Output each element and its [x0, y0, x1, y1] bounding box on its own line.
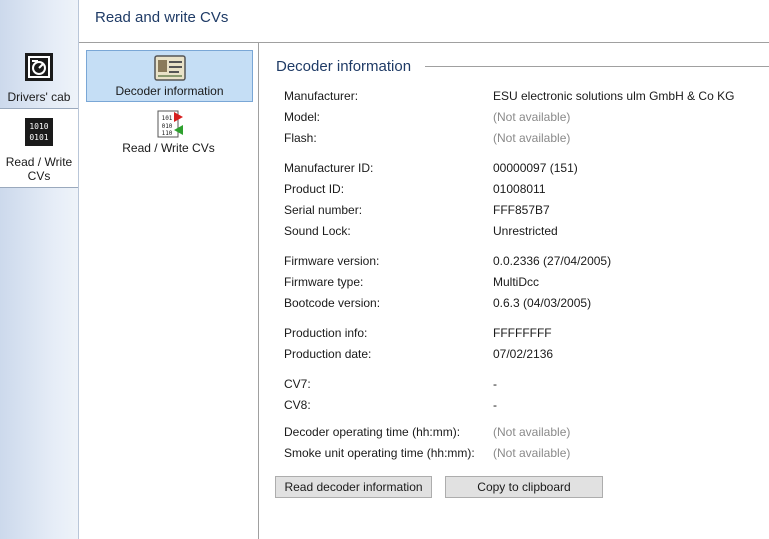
nav-item-read-write-cvs[interactable]: 1010 0101 Read / Write CVs — [0, 108, 78, 188]
svg-text:1010: 1010 — [29, 122, 48, 131]
info-row-sound-lock: Sound Lock: Unrestricted — [284, 224, 764, 240]
binary-icon: 1010 0101 — [25, 118, 53, 146]
info-row-decoder-operating-time: Decoder operating time (hh:mm): (Not avai… — [284, 425, 764, 441]
info-row-firmware-version: Firmware version: 0.0.2336 (27/04/2005) — [284, 254, 764, 270]
info-row-manufacturer: Manufacturer: ESU electronic solutions ul… — [284, 89, 764, 105]
info-value: 0.0.2336 (27/04/2005) — [493, 254, 612, 268]
info-value: Unrestricted — [493, 224, 558, 238]
info-row-cv7: CV7: - — [284, 377, 764, 393]
info-label: Product ID: — [284, 182, 345, 196]
svg-text:0101: 0101 — [29, 133, 48, 142]
info-value: (Not available) — [493, 425, 571, 439]
info-row-model: Model: (Not available) — [284, 110, 764, 126]
info-row-flash: Flash: (Not available) — [284, 131, 764, 147]
info-value: 00000097 (151) — [493, 161, 578, 175]
info-label: Firmware version: — [284, 254, 380, 268]
svg-text:010: 010 — [161, 123, 172, 130]
info-label: Smoke unit operating time (hh:mm): — [284, 446, 475, 460]
copy-to-clipboard-button[interactable]: Copy to clipboard — [445, 476, 603, 498]
info-value: FFFFFFFF — [493, 326, 552, 340]
info-value: (Not available) — [493, 131, 571, 145]
subnav-item-label: Read / Write CVs — [122, 141, 215, 155]
info-label: Manufacturer: — [284, 89, 359, 103]
info-label: Sound Lock: — [284, 224, 351, 238]
info-label: CV8: — [284, 398, 311, 412]
info-label: Firmware type: — [284, 275, 364, 289]
info-label: Model: — [284, 110, 321, 124]
nav-item-drivers-cab[interactable]: Drivers' cab — [0, 52, 78, 106]
info-label: Production info: — [284, 326, 368, 340]
drivers-cab-icon — [25, 53, 53, 81]
sub-navigation: Decoder information 101 010 110 Read / W… — [79, 43, 259, 539]
svg-text:110: 110 — [161, 130, 172, 137]
info-row-production-info: Production info: FFFFFFFF — [284, 326, 764, 342]
info-value: MultiDcc — [493, 275, 540, 289]
info-label: Bootcode version: — [284, 296, 381, 310]
info-label: Serial number: — [284, 203, 363, 217]
info-row-cv8: CV8: - — [284, 398, 764, 414]
info-value: ESU electronic solutions ulm GmbH & Co K… — [493, 89, 735, 103]
subnav-item-read-write-cvs[interactable]: 101 010 110 Read / Write CVs — [86, 108, 251, 155]
info-row-firmware-type: Firmware type: MultiDcc — [284, 275, 764, 291]
info-label: Decoder operating time (hh:mm): — [284, 425, 461, 439]
nav-item-label: Drivers' cab — [7, 90, 71, 104]
section-divider — [425, 66, 769, 67]
info-value: FFF857B7 — [493, 203, 550, 217]
info-label: Production date: — [284, 347, 372, 361]
subnav-item-label: Decoder information — [115, 84, 224, 98]
page-title: Read and write CVs — [95, 9, 229, 26]
info-label: CV7: — [284, 377, 311, 391]
info-row-production-date: Production date: 07/02/2136 — [284, 347, 764, 363]
read-decoder-information-button[interactable]: Read decoder information — [275, 476, 432, 498]
info-label: Flash: — [284, 131, 317, 145]
left-navigation: Drivers' cab 1010 0101 Read / Write CVs — [0, 0, 79, 539]
info-value: - — [493, 398, 497, 412]
id-card-icon — [153, 55, 186, 81]
info-value: (Not available) — [493, 446, 571, 460]
info-row-serial-number: Serial number: FFF857B7 — [284, 203, 764, 219]
info-label: Manufacturer ID: — [284, 161, 374, 175]
subnav-item-decoder-information[interactable]: Decoder information — [86, 50, 253, 102]
svg-text:101: 101 — [161, 115, 172, 122]
info-value: 07/02/2136 — [493, 347, 554, 361]
info-value: (Not available) — [493, 110, 571, 124]
info-row-bootcode-version: Bootcode version: 0.6.3 (04/03/2005) — [284, 296, 764, 312]
info-row-product-id: Product ID: 01008011 — [284, 182, 764, 198]
cv-readwrite-icon: 101 010 110 — [157, 110, 183, 138]
info-value: 0.6.3 (04/03/2005) — [493, 296, 592, 310]
info-row-smoke-unit-operating-time: Smoke unit operating time (hh:mm): (Not a… — [284, 446, 764, 462]
nav-item-label: Read / Write CVs — [5, 155, 73, 183]
info-value: - — [493, 377, 497, 391]
info-row-manufacturer-id: Manufacturer ID: 00000097 (151) — [284, 161, 764, 177]
info-value: 01008011 — [493, 182, 546, 196]
section-title: Decoder information — [276, 58, 412, 75]
